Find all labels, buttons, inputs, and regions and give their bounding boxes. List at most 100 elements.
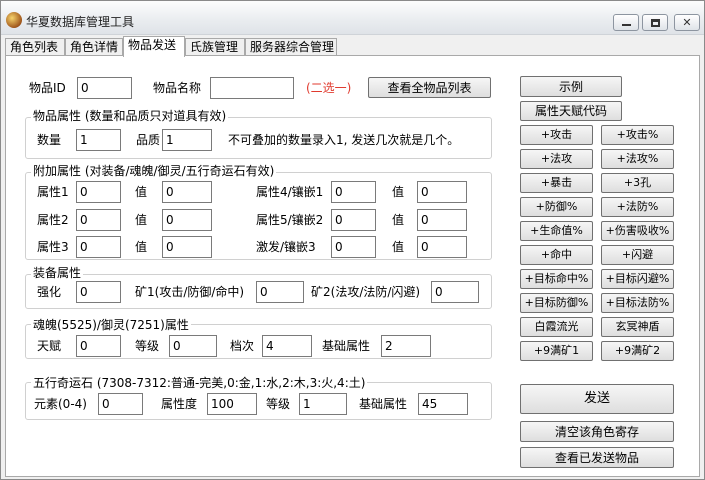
add-target-magic-defense-pct-button[interactable]: +目标法防% (601, 293, 674, 313)
activate-value-input[interactable] (417, 236, 467, 258)
tab-item-send[interactable]: 物品发送 (123, 36, 185, 57)
attr3-value-label: 值 (135, 240, 148, 254)
attr1-value-label: 值 (135, 185, 148, 199)
close-icon: ✕ (682, 16, 692, 29)
add-3-sockets-button[interactable]: +3孔 (601, 173, 674, 193)
quality-input[interactable] (162, 129, 212, 151)
add-target-hit-pct-button[interactable]: +目标命中% (520, 269, 593, 289)
tab-role-list[interactable]: 角色列表 (5, 38, 65, 56)
activate-label: 激发/镶嵌3 (256, 240, 316, 254)
add-magic-defense-pct-button[interactable]: +法防% (601, 197, 674, 217)
attr3-input[interactable] (76, 236, 121, 258)
talent-code-button[interactable]: 属性天赋代码 (520, 101, 622, 121)
item-name-label: 物品名称 (153, 81, 202, 95)
example-button[interactable]: 示例 (520, 76, 622, 97)
clear-role-storage-button[interactable]: 清空该角色寄存 (520, 421, 674, 442)
extra-attrs-title: 附加属性 (对装备/魂魄/御灵/五行奇运石有效) (31, 164, 277, 178)
maximize-icon (651, 19, 660, 27)
attr4-value-input[interactable] (417, 181, 467, 203)
add-hp-pct-button[interactable]: +生命值% (520, 221, 593, 241)
attr5-input[interactable] (331, 209, 376, 231)
element-label: 元素(0-4) (34, 397, 87, 411)
add-attack-pct-button[interactable]: +攻击% (601, 125, 674, 145)
soul-base-label: 基础属性 (322, 339, 371, 353)
attr1-label: 属性1 (37, 185, 69, 199)
baixia-liuguang-button[interactable]: 白霞流光 (520, 317, 593, 337)
strength-input[interactable] (76, 281, 121, 303)
ore2-input[interactable] (431, 281, 479, 303)
view-sent-items-button[interactable]: 查看已发送物品 (520, 447, 674, 468)
attr1-input[interactable] (76, 181, 121, 203)
send-button[interactable]: 发送 (520, 384, 674, 414)
add-crit-button[interactable]: +暴击 (520, 173, 593, 193)
grade-label: 档次 (230, 339, 255, 353)
quantity-note: 不可叠加的数量录入1, 发送几次就是几个。 (228, 133, 460, 147)
soul-attrs-title: 魂魄(5525)/御灵(7251)属性 (31, 318, 191, 332)
attr2-label: 属性2 (37, 213, 69, 227)
equip-attrs-title: 装备属性 (31, 266, 84, 280)
grade-input[interactable] (262, 335, 312, 357)
stone-attrs-title: 五行奇运石 (7308-7312:普通-完美,0:金,1:水,2:木,3:火,4… (31, 376, 368, 390)
tab-role-detail[interactable]: 角色详情 (65, 38, 123, 56)
degree-input[interactable] (207, 393, 257, 415)
soul-level-input[interactable] (169, 335, 217, 357)
minimize-button[interactable] (613, 14, 639, 31)
item-id-input[interactable] (77, 77, 132, 99)
plus9-full-ore1-button[interactable]: +9满矿1 (520, 341, 593, 361)
add-target-dodge-pct-button[interactable]: +目标闪避% (601, 269, 674, 289)
soul-base-input[interactable] (381, 335, 431, 357)
stone-level-label: 等级 (266, 397, 291, 411)
talent-label: 天赋 (37, 339, 62, 353)
item-props-title: 物品属性 (数量和品质只对道具有效) (31, 109, 229, 123)
item-id-label: 物品ID (29, 81, 66, 95)
quality-label: 品质 (136, 133, 161, 147)
app-logo-icon (6, 12, 22, 28)
stone-level-input[interactable] (299, 393, 347, 415)
item-send-panel: 物品ID 物品名称 (二选一) 查看全物品列表 物品属性 (数量和品质只对道具有… (5, 55, 700, 477)
add-magic-attack-pct-button[interactable]: +法攻% (601, 149, 674, 169)
ore2-label: 矿2(法攻/法防/闪避) (311, 285, 421, 299)
maximize-button[interactable] (642, 14, 668, 31)
stone-base-input[interactable] (418, 393, 468, 415)
add-dodge-button[interactable]: +闪避 (601, 245, 674, 265)
ore1-label: 矿1(攻击/防御/命中) (135, 285, 245, 299)
strength-label: 强化 (37, 285, 62, 299)
attr5-value-input[interactable] (417, 209, 467, 231)
add-attack-button[interactable]: +攻击 (520, 125, 593, 145)
activate-input[interactable] (331, 236, 376, 258)
add-damage-absorb-pct-button[interactable]: +伤害吸收% (601, 221, 674, 241)
element-input[interactable] (98, 393, 143, 415)
add-target-defense-pct-button[interactable]: +目标防御% (520, 293, 593, 313)
window-title: 华夏数据库管理工具 (26, 15, 135, 29)
add-defense-pct-button[interactable]: +防御% (520, 197, 593, 217)
plus9-full-ore2-button[interactable]: +9满矿2 (601, 341, 674, 361)
add-magic-attack-button[interactable]: +法攻 (520, 149, 593, 169)
tab-clan-manage[interactable]: 氏族管理 (185, 38, 245, 56)
xuanming-shendun-button[interactable]: 玄冥神盾 (601, 317, 674, 337)
title-bar: 华夏数据库管理工具 ✕ (1, 1, 704, 35)
minimize-icon (622, 24, 631, 26)
attr3-label: 属性3 (37, 240, 69, 254)
item-name-input[interactable] (210, 77, 294, 99)
attr2-input[interactable] (76, 209, 121, 231)
app-window: 华夏数据库管理工具 ✕ 角色列表 角色详情 物品发送 氏族管理 服务器综合管理 … (0, 0, 705, 480)
attr4-label: 属性4/镶嵌1 (256, 185, 324, 199)
attr2-value-input[interactable] (162, 209, 212, 231)
degree-label: 属性度 (161, 397, 198, 411)
quantity-label: 数量 (37, 133, 62, 147)
add-hit-button[interactable]: +命中 (520, 245, 593, 265)
close-button[interactable]: ✕ (674, 14, 700, 31)
talent-input[interactable] (76, 335, 121, 357)
soul-level-label: 等级 (135, 339, 160, 353)
attr4-input[interactable] (331, 181, 376, 203)
activate-value-label: 值 (392, 240, 405, 254)
quantity-input[interactable] (76, 129, 121, 151)
attr5-value-label: 值 (392, 213, 405, 227)
ore1-input[interactable] (256, 281, 304, 303)
view-all-items-button[interactable]: 查看全物品列表 (368, 77, 491, 98)
attr1-value-input[interactable] (162, 181, 212, 203)
tab-server-manage[interactable]: 服务器综合管理 (245, 38, 337, 56)
choose-one-hint: (二选一) (306, 81, 352, 95)
attr2-value-label: 值 (135, 213, 148, 227)
attr3-value-input[interactable] (162, 236, 212, 258)
